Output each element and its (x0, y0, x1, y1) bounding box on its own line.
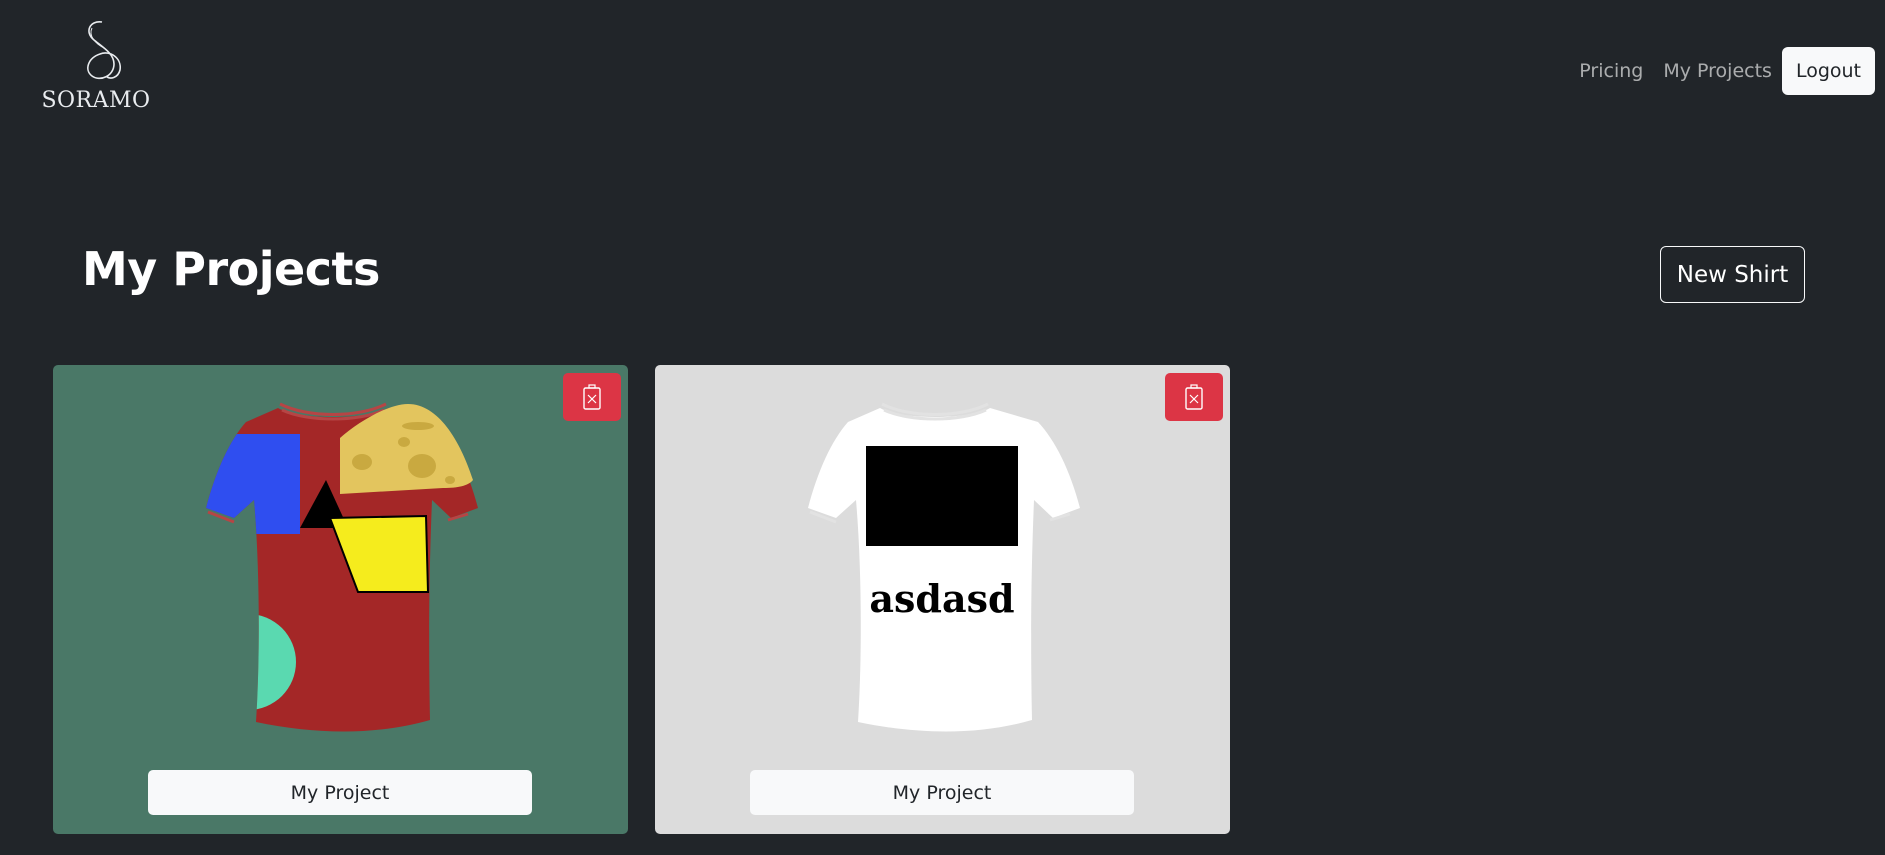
project-name-button[interactable]: My Project (750, 770, 1134, 815)
shirt-print-text: asdasd (869, 576, 1014, 621)
trash-icon (583, 384, 601, 410)
trash-icon (1185, 384, 1203, 410)
brand-logo[interactable]: SORAMO (36, 18, 156, 118)
nav-link-pricing[interactable]: Pricing (1569, 60, 1653, 82)
tshirt-preview-image: asdasd (808, 402, 1080, 732)
nav-links: Pricing My Projects Logout (1569, 47, 1875, 95)
navbar: SORAMO Pricing My Projects Logout (0, 0, 1885, 150)
tshirt-preview-image (206, 402, 478, 732)
project-card: My Project (53, 365, 628, 834)
logout-button[interactable]: Logout (1781, 47, 1875, 95)
delete-project-button[interactable] (1165, 373, 1223, 421)
new-shirt-button[interactable]: New Shirt (1660, 246, 1805, 303)
nav-link-my-projects[interactable]: My Projects (1653, 60, 1782, 82)
project-name-button[interactable]: My Project (148, 770, 532, 815)
black-rectangle-shape (866, 446, 1018, 546)
soramo-logo-icon (87, 21, 121, 80)
page-title: My Projects (82, 242, 380, 296)
project-card: asdasd My Project (655, 365, 1230, 834)
delete-project-button[interactable] (563, 373, 621, 421)
brand-name: SORAMO (41, 88, 151, 113)
